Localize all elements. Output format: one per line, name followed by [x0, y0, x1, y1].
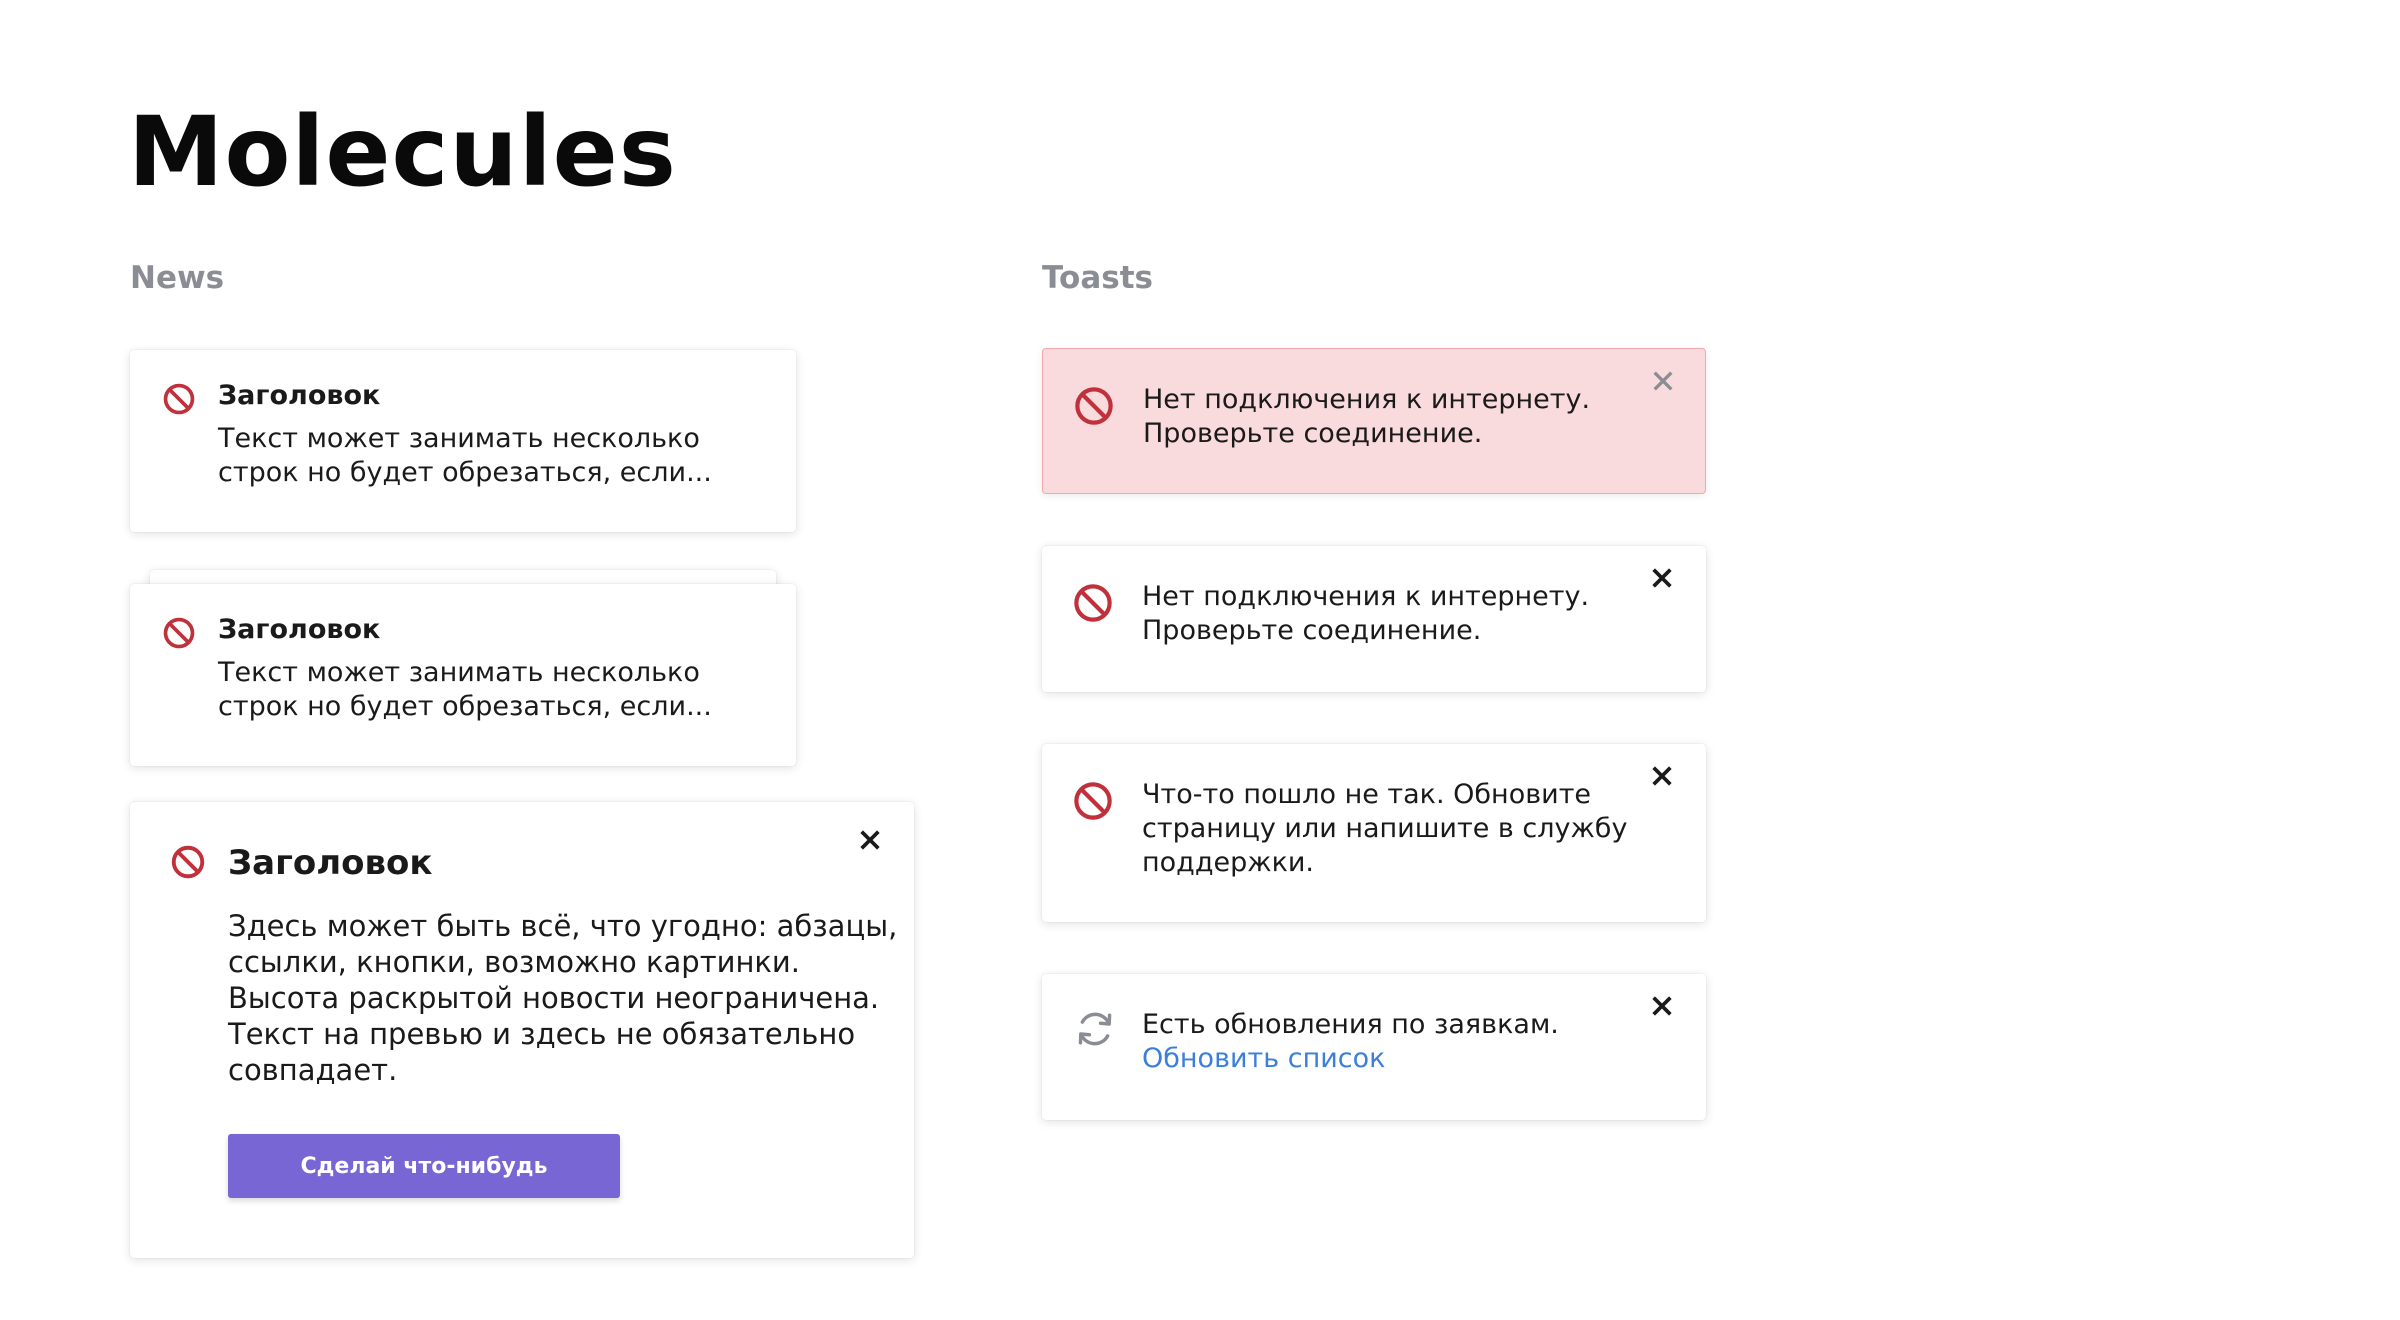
- page: Molecules News Заголовок Текст может зан…: [0, 0, 2400, 1320]
- close-icon[interactable]: [1642, 756, 1682, 796]
- toast-error: Нет подключения к интернету. Проверьте с…: [1042, 348, 1706, 494]
- ban-icon: [171, 845, 205, 879]
- toast-default: Нет подключения к интернету. Проверьте с…: [1042, 546, 1706, 692]
- refresh-icon: [1078, 1012, 1112, 1046]
- news-card-stacked[interactable]: Заголовок Текст может занимать несколько…: [130, 584, 796, 766]
- ban-icon: [1074, 782, 1112, 820]
- toast-default: Что-то пошло не так. Обновите страницу и…: [1042, 744, 1706, 922]
- toast-message-line: страницу или напишите в службу: [1142, 813, 1628, 844]
- close-icon[interactable]: [1642, 558, 1682, 598]
- ban-icon: [163, 383, 195, 415]
- news-card[interactable]: Заголовок Текст может занимать несколько…: [130, 350, 796, 532]
- news-card-expanded: Заголовок Здесь может быть всё, что угод…: [130, 802, 914, 1258]
- toast-link-line: Обновить список: [1142, 1042, 1385, 1076]
- toast-message-line: Проверьте соединение.: [1143, 418, 1483, 449]
- ban-icon: [163, 617, 195, 649]
- close-icon[interactable]: [1643, 361, 1683, 401]
- news-expanded-body-line: Здесь может быть всё, что угодно: абзацы…: [228, 909, 898, 943]
- news-card-title: Заголовок: [218, 614, 381, 645]
- news-expanded-body-line: ссылки, кнопки, возможно картинки.: [228, 945, 800, 979]
- toast-message-line: Нет подключения к интернету.: [1143, 384, 1591, 415]
- close-icon[interactable]: [850, 820, 890, 860]
- toast-update: Есть обновления по заявкам. Обновить спи…: [1042, 974, 1706, 1120]
- close-icon[interactable]: [1642, 986, 1682, 1026]
- news-card-text-line: Текст может занимать несколько: [218, 657, 700, 688]
- toast-message-line: Нет подключения к интернету.: [1142, 581, 1590, 612]
- refresh-list-link[interactable]: Обновить список: [1142, 1043, 1385, 1074]
- ban-icon: [1075, 387, 1113, 425]
- news-expanded-body-line: Текст на превью и здесь не обязательно: [228, 1017, 856, 1051]
- news-expanded-body-line: совпадает.: [228, 1053, 398, 1087]
- page-title: Molecules: [128, 96, 677, 208]
- toast-message-line: Проверьте соединение.: [1142, 615, 1482, 646]
- toast-message-line: Что-то пошло не так. Обновите: [1142, 779, 1592, 810]
- news-expanded-body-line: Высота раскрытой новости неограничена.: [228, 981, 880, 1015]
- ban-icon: [1074, 584, 1112, 622]
- news-card-text-line: Текст может занимать несколько: [218, 423, 700, 454]
- toasts-section-label: Toasts: [1042, 260, 1153, 296]
- news-section-label: News: [130, 260, 225, 296]
- do-something-button[interactable]: Сделай что-нибудь: [228, 1134, 620, 1198]
- news-card-title: Заголовок: [218, 380, 381, 411]
- toast-message-line: поддержки.: [1142, 847, 1315, 878]
- news-card-text-line: строк но будет обрезаться, если...: [218, 691, 712, 722]
- toast-message-line: Есть обновления по заявкам.: [1142, 1009, 1559, 1040]
- news-expanded-title: Заголовок: [228, 843, 433, 883]
- news-card-text-line: строк но будет обрезаться, если...: [218, 457, 712, 488]
